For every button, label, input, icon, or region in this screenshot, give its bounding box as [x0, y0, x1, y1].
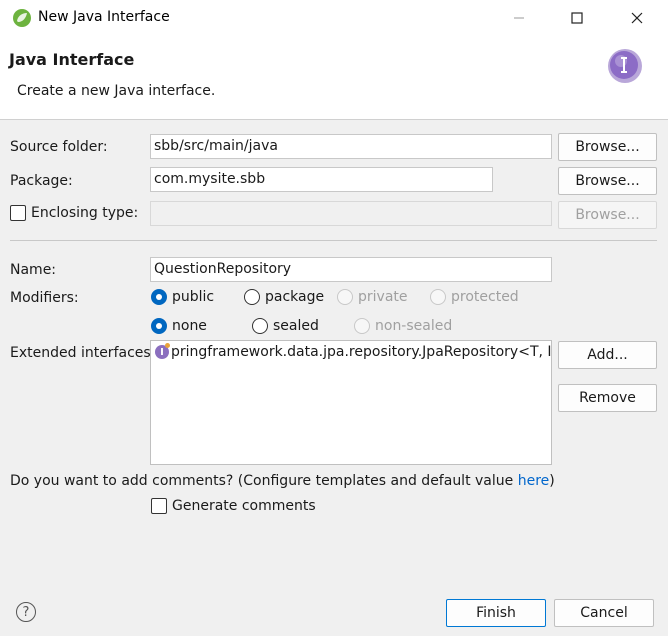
radio-dot — [430, 289, 446, 305]
name-label: Name: — [10, 262, 57, 278]
package-browse-button[interactable]: Browse... — [558, 167, 657, 195]
source-folder-label: Source folder: — [10, 139, 108, 155]
modifier-private-radio: private — [337, 289, 408, 305]
page-description: Create a new Java interface. — [17, 83, 216, 99]
radio-dot — [252, 318, 268, 334]
interface-icon: I — [155, 343, 170, 359]
separator — [10, 240, 657, 241]
modifier-sealed-radio[interactable]: sealed — [252, 318, 319, 334]
finish-button[interactable]: Finish — [446, 599, 546, 627]
checkbox-box — [10, 205, 26, 221]
radio-label: protected — [451, 289, 519, 305]
modifier-public-radio[interactable]: public — [151, 289, 214, 305]
package-label: Package: — [10, 173, 73, 189]
modifier-non-sealed-radio: non-sealed — [354, 318, 452, 334]
remove-interface-button[interactable]: Remove — [558, 384, 657, 412]
cancel-button[interactable]: Cancel — [554, 599, 654, 627]
modifier-protected-radio: protected — [430, 289, 519, 305]
radio-label: non-sealed — [375, 318, 453, 334]
radio-dot — [337, 289, 353, 305]
close-button[interactable] — [614, 0, 660, 36]
generate-comments-label: Generate comments — [172, 498, 316, 514]
window-title: New Java Interface — [38, 9, 170, 25]
name-input[interactable]: QuestionRepository — [150, 257, 552, 282]
close-icon — [631, 12, 643, 24]
enclosing-type-input — [150, 201, 552, 226]
configure-templates-link[interactable]: here — [518, 473, 550, 489]
comments-question-text: Do you want to add comments? (Configure … — [10, 473, 518, 489]
radio-dot — [151, 318, 167, 334]
enclosing-type-checkbox[interactable]: Enclosing type: — [10, 205, 138, 221]
comments-question: Do you want to add comments? (Configure … — [10, 473, 555, 489]
maximize-icon — [571, 12, 583, 24]
enclosing-type-label: Enclosing type: — [31, 205, 139, 221]
checkbox-box — [151, 498, 167, 514]
generate-comments-checkbox[interactable]: Generate comments — [151, 498, 316, 514]
radio-dot — [244, 289, 260, 305]
radio-dot — [354, 318, 370, 334]
radio-label: public — [172, 289, 215, 305]
radio-label: sealed — [273, 318, 319, 334]
maximize-button[interactable] — [554, 0, 600, 36]
extended-interfaces-label: Extended interfaces: — [10, 345, 156, 361]
radio-dot — [151, 289, 167, 305]
interface-name: pringframework.data.jpa.repository.JpaRe… — [171, 344, 552, 360]
add-interface-button[interactable]: Add... — [558, 341, 657, 369]
spring-leaf-icon — [12, 8, 32, 28]
minimize-icon — [514, 17, 524, 19]
wizard-header — [0, 36, 668, 120]
package-input[interactable]: com.mysite.sbb — [150, 167, 493, 192]
source-folder-browse-button[interactable]: Browse... — [558, 133, 657, 161]
modifier-package-radio[interactable]: package — [244, 289, 324, 305]
modifiers-label: Modifiers: — [10, 290, 79, 306]
source-folder-input[interactable]: sbb/src/main/java — [150, 134, 552, 159]
enclosing-type-browse-button: Browse... — [558, 201, 657, 229]
radio-label: package — [265, 289, 325, 305]
list-item[interactable]: I pringframework.data.jpa.repository.Jpa… — [151, 341, 551, 363]
radio-label: none — [172, 318, 207, 334]
extended-interfaces-list[interactable]: I pringframework.data.jpa.repository.Jpa… — [150, 340, 552, 465]
minimize-button[interactable] — [496, 0, 542, 36]
page-title: Java Interface — [9, 50, 135, 69]
interface-wizard-icon — [604, 44, 650, 90]
radio-label: private — [358, 289, 408, 305]
comments-question-suffix: ) — [549, 473, 555, 489]
modifier-none-radio[interactable]: none — [151, 318, 207, 334]
help-icon[interactable]: ? — [16, 602, 36, 622]
